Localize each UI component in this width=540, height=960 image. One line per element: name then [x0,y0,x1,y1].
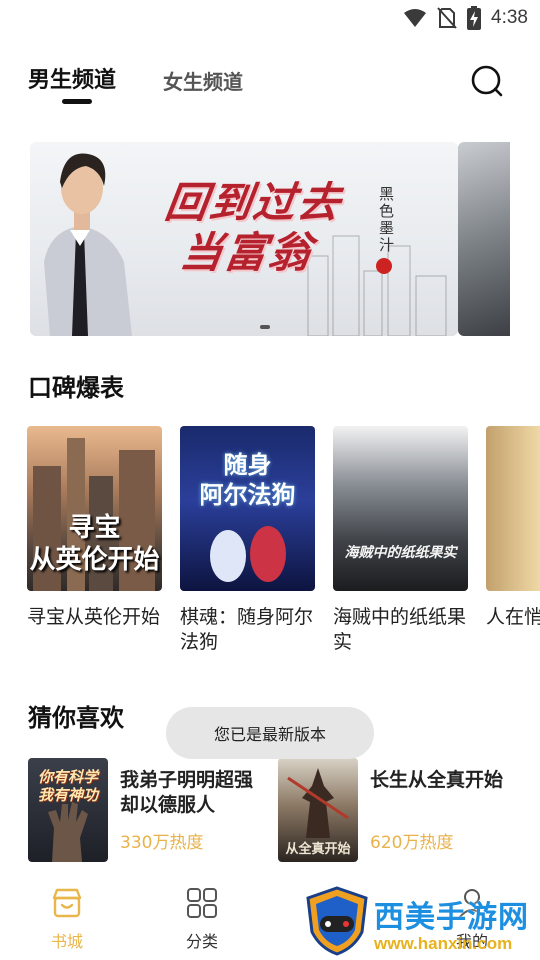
guess-book-title: 长生从全真开始 [370,769,504,791]
banner-next-slide-peek[interactable] [458,142,510,336]
search-button[interactable] [470,64,504,98]
book-title: 海贼中的纸纸果实 [333,606,467,653]
nav-label-category: 分类 [185,932,218,951]
no-sim-icon [437,7,457,29]
carousel-indicator [260,325,270,329]
book-cover [486,426,540,591]
banner-character-illustration [44,153,132,336]
hand-illustration [48,802,88,862]
search-icon [471,65,503,97]
book-cover: 从全真开始 [278,758,358,862]
tab-female-channel[interactable]: 女生频道 [163,66,243,95]
book-card-partial[interactable]: 人在悄悄 [486,426,540,655]
book-cover-text: 寻宝 从英伦开始 [29,513,160,575]
author-seal [376,258,392,274]
book-cover: 随身 阿尔法狗 [180,426,315,591]
nav-label-bookstore: 书城 [50,932,83,951]
section-title-guess: 猜你喜欢 [28,704,124,732]
nav-item-bookstore[interactable]: 书城 [27,886,107,952]
book-cover-text: 从全真开始 [285,842,351,857]
book-card[interactable]: 海贼中的纸纸果实 海贼中的纸纸果实 [333,426,468,655]
book-cover-text: 海贼中的纸纸果实 [344,545,457,561]
book-title: 棋魂：随身阿尔法狗 [180,606,314,653]
watermark-url: www.hanxin.com [374,934,513,953]
banner-carousel-slide[interactable]: 回到过去 当富翁 黑色墨汁 [30,142,458,336]
characters-art [210,526,286,582]
book-cover: 寻宝 从英伦开始 [27,426,162,591]
book-cover: 你有科学 我有神功 [28,758,108,862]
book-title: 人在悄悄 [486,606,540,628]
guess-book-heat: 330万热度 [120,833,204,853]
watermark-text: 西美手游网 [374,900,529,935]
status-time: 4:38 [491,7,528,28]
banner-author: 黑色墨汁 [377,186,395,254]
book-card[interactable]: 寻宝 从英伦开始 寻宝从英伦开始 [27,426,162,655]
section-title-praise: 口碑爆表 [28,374,124,402]
guess-book-title: 我弟子明明超强却以德服人 [120,769,254,816]
bookstore-icon [52,888,82,918]
guess-book-heat: 620万热度 [370,833,454,853]
toast-message: 您已是最新版本 [166,707,374,759]
battery-charging-icon [467,6,482,30]
gamepad-shield-logo [306,886,368,956]
guess-book-item[interactable]: 你有科学 我有神功 我弟子明明超强却以德服人 330万热度 [28,758,268,862]
book-cover: 海贼中的纸纸果实 [333,426,468,591]
tab-male-channel[interactable]: 男生频道 [28,62,116,94]
grid-icon [187,888,217,918]
status-icons: 4:38 [403,6,528,30]
book-card[interactable]: 随身 阿尔法狗 棋魂：随身阿尔法狗 [180,426,315,655]
guess-book-item[interactable]: 从全真开始 长生从全真开始 620万热度 [278,758,518,862]
status-bar: 4:38 [0,0,540,36]
banner-title: 回到过去 当富翁 [162,178,346,277]
book-title: 寻宝从英伦开始 [27,606,161,628]
site-watermark: 西美手游网 www.hanxin.com [300,886,540,960]
nav-item-category[interactable]: 分类 [162,886,242,952]
active-tab-indicator [62,99,92,104]
wifi-icon [404,9,427,27]
